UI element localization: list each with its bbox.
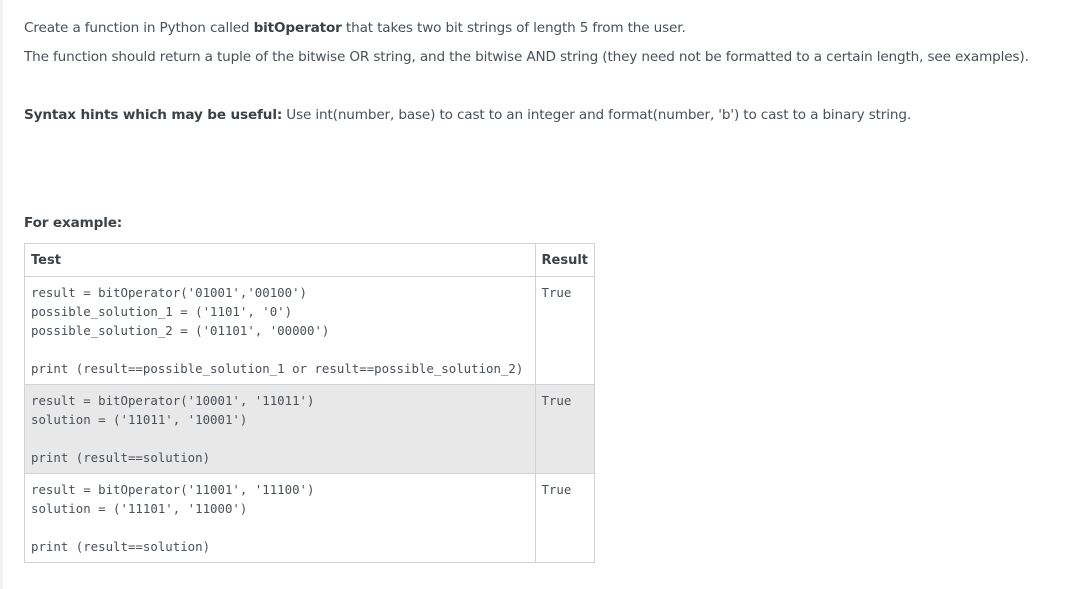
function-name: bitOperator bbox=[253, 20, 342, 36]
test-code-cell: result = bitOperator('10001', '11011') s… bbox=[24, 384, 536, 474]
code-line: possible_solution_2 = ('01101', '00000') bbox=[31, 323, 330, 338]
code-line: solution = ('11101', '11000') bbox=[31, 501, 248, 516]
question-description: The function should return a tuple of th… bbox=[24, 49, 1029, 65]
code-line: result = bitOperator('01001','00100') bbox=[31, 285, 308, 300]
result-cell: True bbox=[534, 384, 595, 474]
code-line: print (result==solution) bbox=[31, 539, 211, 554]
table-row: result = bitOperator('01001','00100') po… bbox=[24, 276, 595, 385]
table-row: result = bitOperator('10001', '11011') s… bbox=[24, 384, 595, 474]
examples-table: Test Result result = bitOperator('01001'… bbox=[24, 243, 595, 563]
header-test: Test bbox=[24, 243, 536, 277]
result-cell: True bbox=[534, 276, 595, 385]
code-line: print (result==possible_solution_1 or re… bbox=[31, 361, 524, 376]
test-code-cell: result = bitOperator('11001', '11100') s… bbox=[24, 473, 536, 563]
code-line: result = bitOperator('11001', '11100') bbox=[31, 482, 315, 497]
header-result: Result bbox=[534, 243, 595, 277]
question-intro: Create a function in Python called bitOp… bbox=[24, 19, 686, 37]
intro-text-end: that takes two bit strings of length 5 f… bbox=[341, 20, 686, 36]
result-cell: True bbox=[534, 473, 595, 563]
syntax-hint: Syntax hints which may be useful: Use in… bbox=[24, 106, 911, 124]
code-line: solution = ('11011', '10001') bbox=[31, 412, 248, 427]
table-row: result = bitOperator('11001', '11100') s… bbox=[24, 473, 595, 563]
test-code-cell: result = bitOperator('01001','00100') po… bbox=[24, 276, 536, 385]
code-line: result = bitOperator('10001', '11011') bbox=[31, 393, 315, 408]
code-line: possible_solution_1 = ('1101', '0') bbox=[31, 304, 293, 319]
table-header-row: Test Result bbox=[24, 243, 595, 277]
intro-text: Create a function in Python called bbox=[24, 20, 254, 36]
hint-text: Use int(number, base) to cast to an inte… bbox=[282, 107, 911, 123]
code-line: print (result==solution) bbox=[31, 450, 211, 465]
examples-heading: For example: bbox=[24, 215, 123, 231]
hint-label: Syntax hints which may be useful: bbox=[24, 107, 283, 123]
left-border bbox=[0, 0, 3, 589]
